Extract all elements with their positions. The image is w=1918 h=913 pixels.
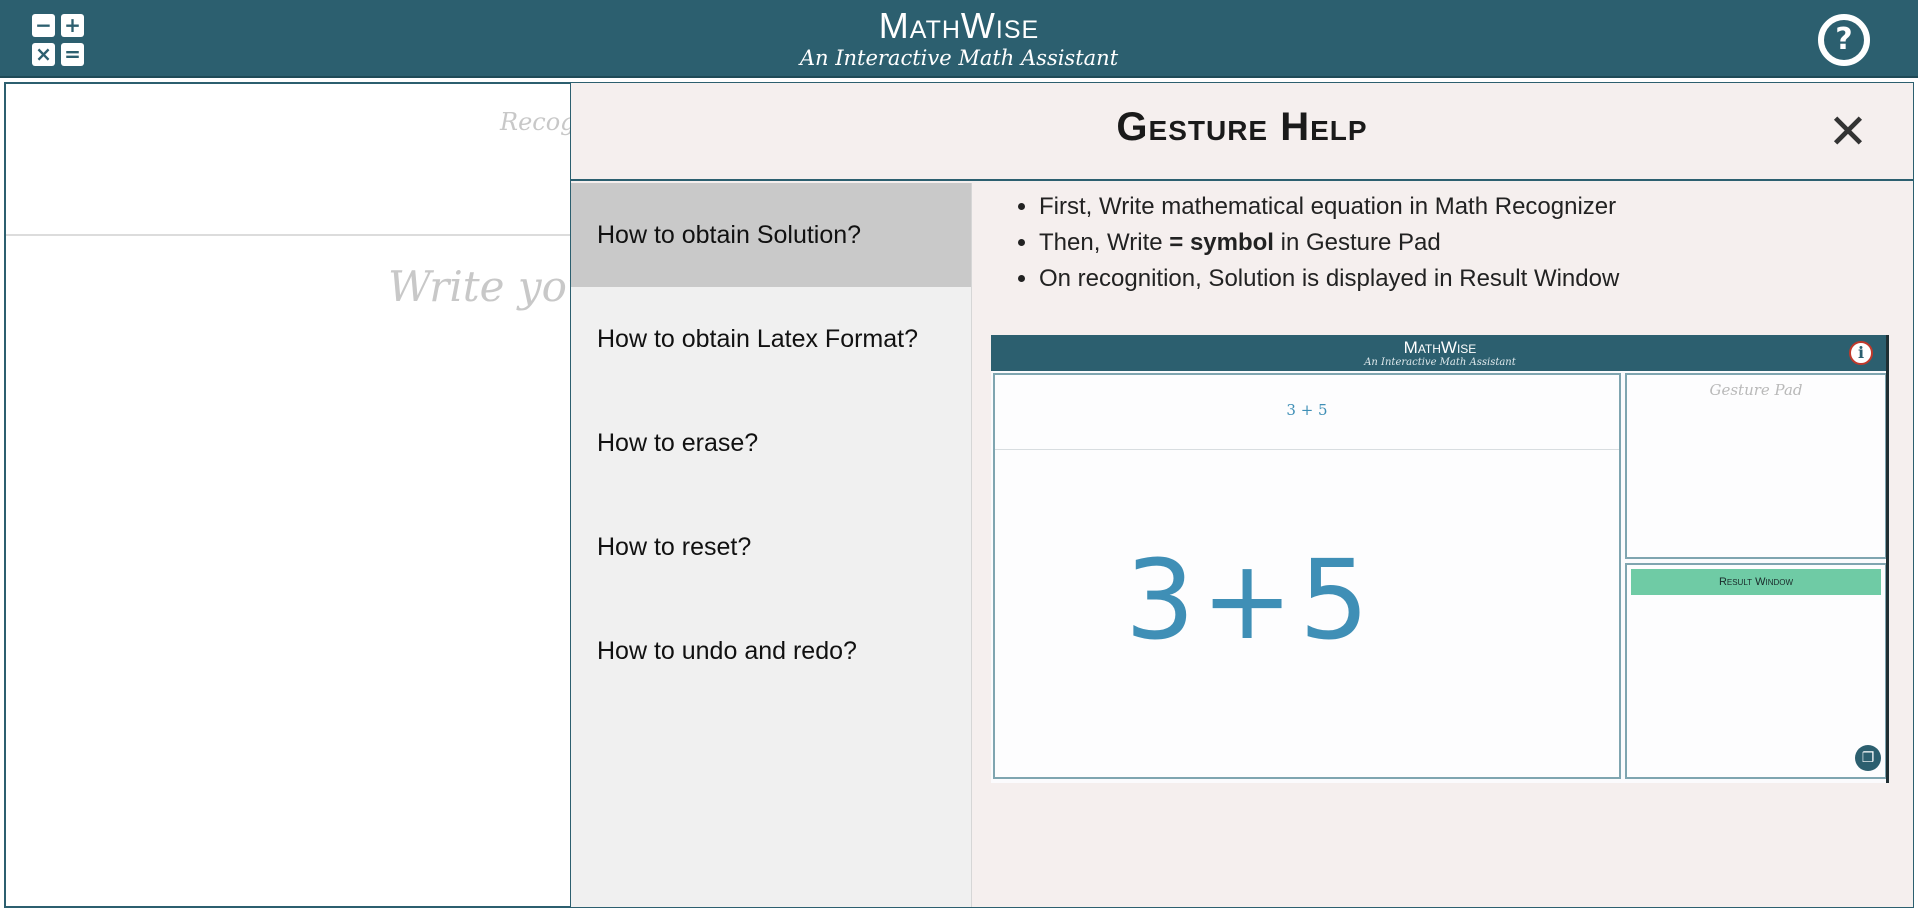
app-title-block: MathWise An Interactive Math Assistant — [0, 5, 1918, 71]
instruction-item: First, Write mathematical equation in Ma… — [1039, 189, 1619, 225]
copy-icon: ❐ — [1855, 745, 1881, 771]
help-topic-nav: How to obtain Solution? How to obtain La… — [571, 183, 972, 907]
nav-item-erase[interactable]: How to erase? — [571, 391, 971, 495]
instruction-text: First, Write mathematical equation in Ma… — [1039, 193, 1617, 220]
instruction-text: On recognition, Solution is displayed in… — [1039, 265, 1620, 292]
instruction-list: First, Write mathematical equation in Ma… — [1013, 189, 1619, 297]
modal-header: Gesture Help ✕ — [571, 83, 1913, 181]
instruction-bold: = symbol — [1169, 229, 1274, 256]
demo-title: MathWise — [1403, 338, 1477, 357]
demo-gesture-label: Gesture Pad — [1709, 381, 1803, 399]
demo-result-window: Result Window ❐ — [1625, 563, 1886, 779]
demo-math-recognizer: 3 + 5 3+5 — [993, 373, 1621, 779]
app-title: MathWise — [878, 5, 1040, 46]
app-subtitle: An Interactive Math Assistant — [799, 46, 1119, 70]
nav-item-undo-redo[interactable]: How to undo and redo? — [571, 599, 971, 703]
instruction-item: Then, Write = symbol in Gesture Pad — [1039, 225, 1619, 261]
app-header: − + × = MathWise An Interactive Math Ass… — [0, 0, 1918, 78]
instruction-item: On recognition, Solution is displayed in… — [1039, 261, 1619, 297]
demo-divider — [995, 449, 1619, 450]
close-icon[interactable]: ✕ — [1825, 108, 1871, 156]
write-hint: Write you — [388, 262, 594, 311]
recognizer-divider — [6, 234, 570, 236]
demo-subtitle: An Interactive Math Assistant — [1364, 357, 1516, 368]
gesture-help-modal: Gesture Help ✕ How to obtain Solution? H… — [570, 82, 1914, 908]
nav-item-latex-format[interactable]: How to obtain Latex Format? — [571, 287, 971, 391]
demo-recognized-expression: 3 + 5 — [1286, 401, 1328, 419]
recognizer-hint: Recog — [500, 108, 576, 136]
help-button[interactable]: ? — [1818, 14, 1870, 66]
help-content: First, Write mathematical equation in Ma… — [973, 183, 1913, 907]
question-icon: ? — [1824, 20, 1864, 60]
demo-header: MathWise An Interactive Math Assistant i — [991, 335, 1886, 371]
demo-result-label: Result Window — [1631, 569, 1881, 595]
demo-screenshot: MathWise An Interactive Math Assistant i… — [991, 335, 1889, 783]
modal-title: Gesture Help — [1116, 105, 1368, 149]
instruction-text: in Gesture Pad — [1273, 229, 1441, 256]
demo-handwriting: 3+5 — [1125, 536, 1376, 664]
nav-item-reset[interactable]: How to reset? — [571, 495, 971, 599]
nav-item-obtain-solution[interactable]: How to obtain Solution? — [571, 183, 971, 287]
instruction-text: Then, Write — [1039, 229, 1170, 256]
demo-gesture-pad: Gesture Pad — [1625, 373, 1886, 559]
info-icon: i — [1849, 341, 1873, 365]
